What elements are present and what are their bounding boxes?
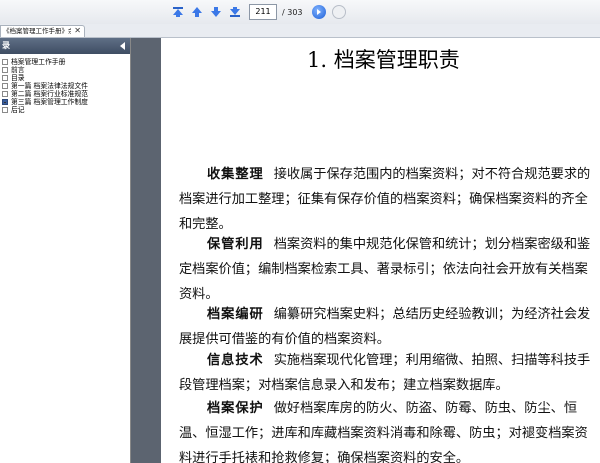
toc-item-selected[interactable]: 第三篇 档案管理工作制度 [0,98,130,106]
go-arrow-icon [316,9,321,15]
section-term: 档案保护 [207,401,264,416]
tab-strip: 《档案管理工作手册》余述... ✕ [0,24,600,38]
first-page-button[interactable] [170,4,186,20]
expand-icon[interactable] [2,59,8,65]
first-page-icon [173,7,183,17]
document-title: 1. 档案管理职责 [307,48,460,72]
expand-icon[interactable] [2,107,8,113]
tab-title: 《档案管理工作手册》余述... [3,27,71,35]
toc-item[interactable]: 目录 [0,74,130,82]
page-navigation: 211 / 303 [170,3,346,21]
last-page-button[interactable] [227,4,243,20]
section-term: 收集整理 [207,167,264,182]
expand-icon[interactable] [2,67,8,73]
section-term: 信息技术 [207,353,264,368]
arrow-up-icon [192,7,202,17]
collapse-icon[interactable] [2,99,8,105]
stop-button[interactable] [331,5,346,19]
go-to-page-button[interactable] [311,5,326,19]
arrow-down-icon [211,7,221,17]
section-term: 档案编研 [207,307,264,322]
toc-item[interactable]: 第二篇 档案行业标准规范 [0,90,130,98]
document-tab[interactable]: 《档案管理工作手册》余述... ✕ [0,25,85,37]
toc-sidebar: 录 档案管理工作手册 前言 目录 第一篇 档案法律法规文件 第二篇 档案行业标准… [0,38,131,463]
section-paragraph: 收集整理 接收属于保存范围内的档案资料；对不符合规范要求的档案进行加工整理；征集有… [179,162,595,237]
toc-item[interactable]: 前言 [0,66,130,74]
expand-icon[interactable] [2,91,8,97]
close-icon[interactable]: ✕ [74,26,81,36]
toc-item[interactable]: 档案管理工作手册 [0,58,130,66]
sidebar-header: 录 [0,38,130,54]
section-term: 保管利用 [207,237,264,252]
section-paragraph: 档案编研 编纂研究档案史料；总结历史经验教训；为经济社会发展提供可借鉴的有价值的档… [179,302,595,352]
section-paragraph: 保管利用 档案资料的集中规范化保管和统计；划分档案密级和鉴定档案价值；编制档案检索… [179,232,595,307]
expand-icon[interactable] [2,75,8,81]
page-total-label: / 303 [282,7,303,17]
previous-page-button[interactable] [189,4,205,20]
toc-item[interactable]: 后记 [0,106,130,114]
section-paragraph: 档案保护 做好档案库房的防火、防盗、防霉、防虫、防尘、恒温、恒湿工作；进库和库藏档… [179,396,595,463]
toc-tree: 档案管理工作手册 前言 目录 第一篇 档案法律法规文件 第二篇 档案行业标准规范… [0,58,130,114]
collapse-sidebar-icon[interactable] [120,42,125,50]
pane-gutter [131,38,161,463]
section-paragraph: 信息技术 实施档案现代化管理；利用缩微、拍照、扫描等科技手段管理档案；对档案信息录… [179,348,595,398]
toc-item[interactable]: 第一篇 档案法律法规文件 [0,82,130,90]
sidebar-title: 录 [2,41,10,50]
document-page: 1. 档案管理职责 收集整理 接收属于保存范围内的档案资料；对不符合规范要求的档案… [161,38,600,463]
expand-icon[interactable] [2,83,8,89]
page-number-input[interactable]: 211 [249,4,277,20]
last-page-icon [230,7,240,17]
toolbar: 211 / 303 [0,0,600,25]
next-page-button[interactable] [208,4,224,20]
